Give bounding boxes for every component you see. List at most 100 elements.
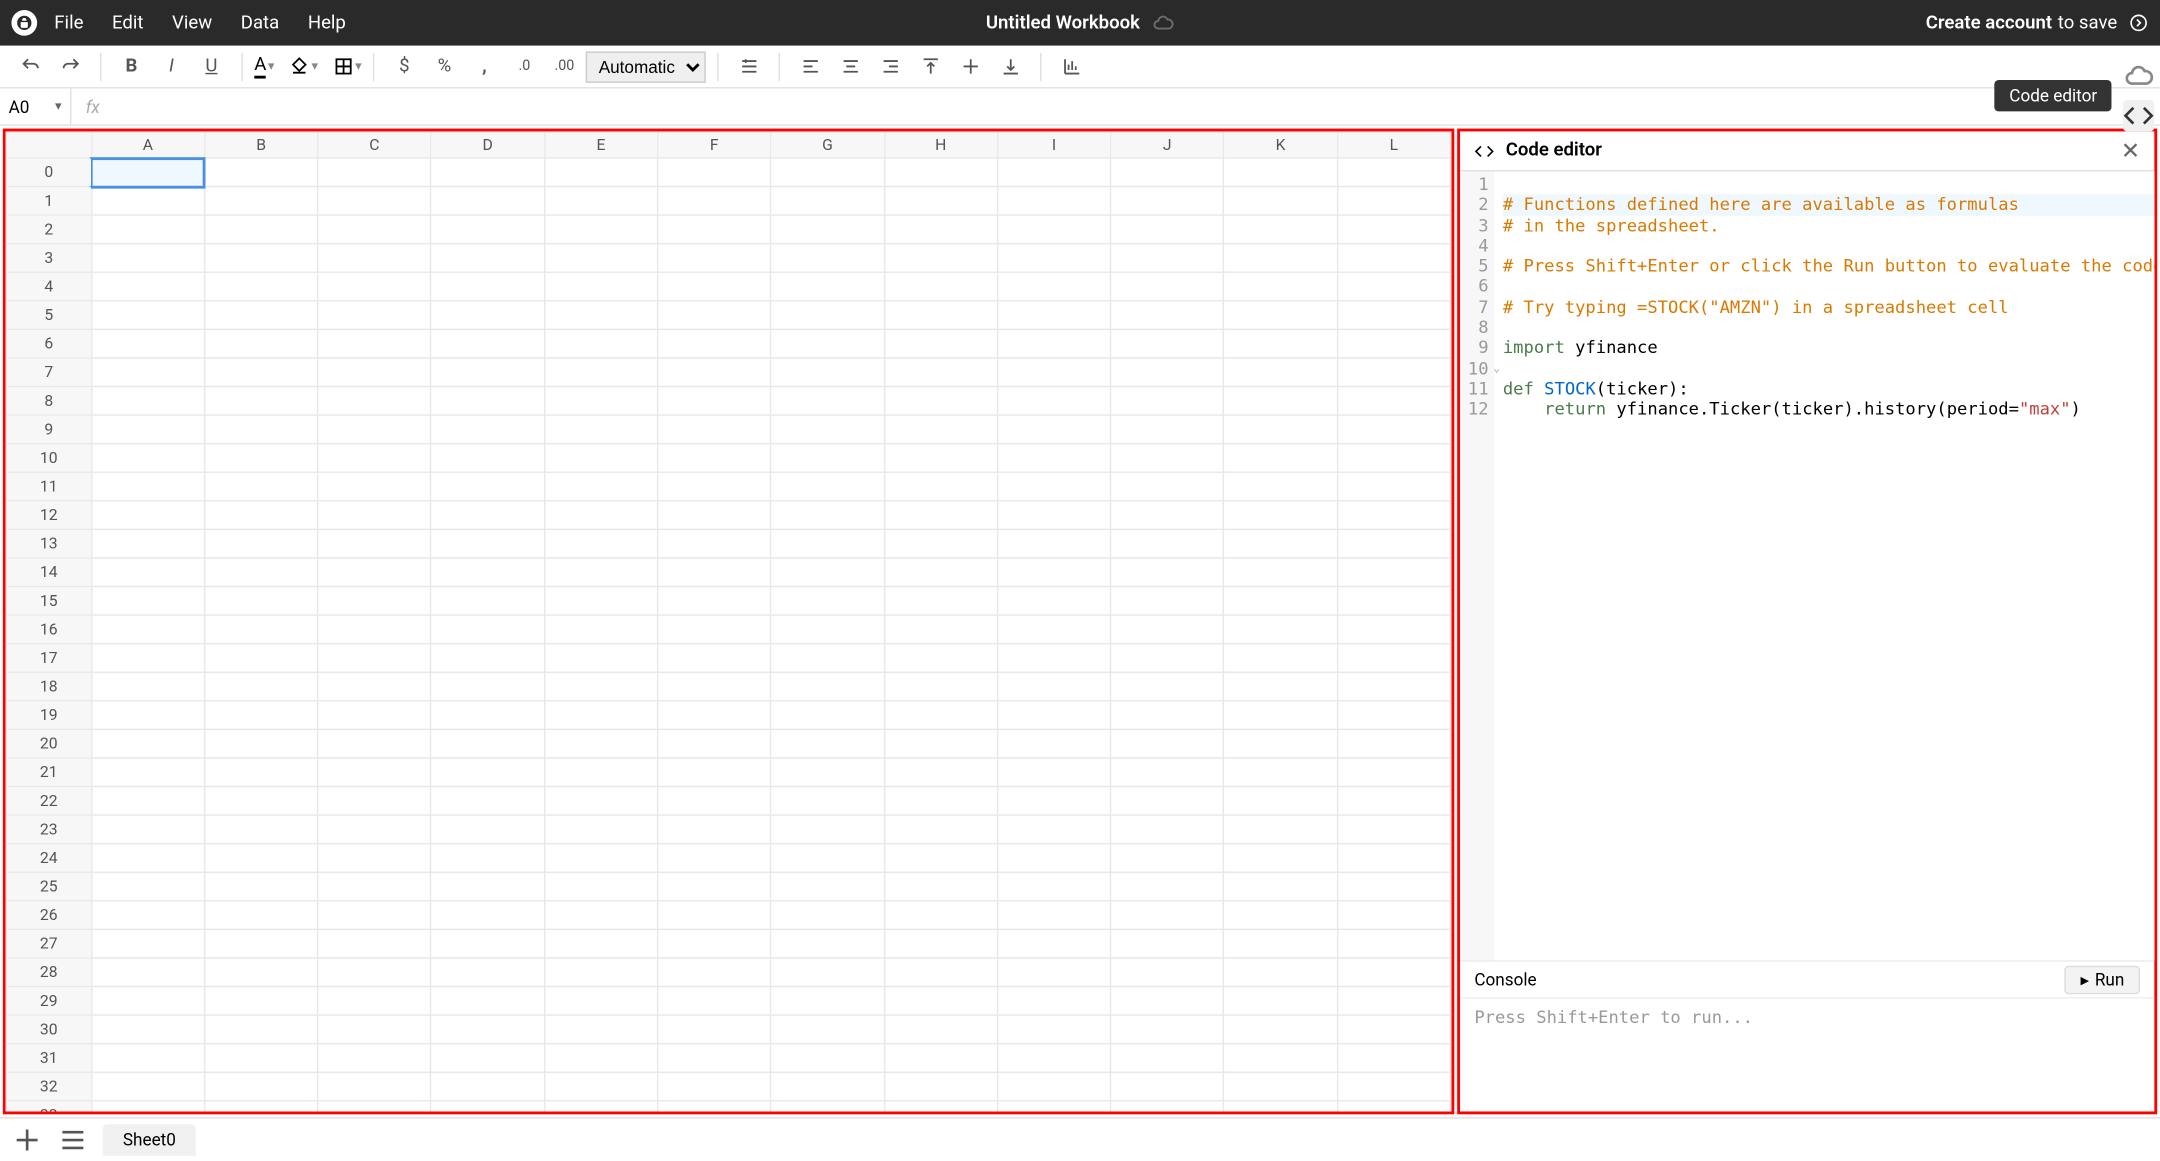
column-header[interactable]: A [91, 132, 204, 158]
cell[interactable] [1224, 244, 1337, 273]
cell[interactable] [771, 272, 884, 301]
row-header[interactable]: 31 [6, 1044, 91, 1073]
cell[interactable] [884, 1044, 997, 1073]
cell[interactable] [431, 358, 544, 387]
row-header[interactable]: 10 [6, 444, 91, 473]
cell[interactable] [318, 272, 431, 301]
currency-button[interactable]: $ [386, 49, 423, 83]
cell[interactable] [545, 1072, 658, 1101]
row-header[interactable]: 11 [6, 472, 91, 501]
column-header[interactable]: G [771, 132, 884, 158]
cell[interactable] [318, 644, 431, 673]
row-header[interactable]: 18 [6, 672, 91, 701]
cell[interactable] [658, 1101, 771, 1112]
cell[interactable] [884, 901, 997, 930]
row-header[interactable]: 12 [6, 501, 91, 530]
cell[interactable] [318, 815, 431, 844]
row-header[interactable]: 5 [6, 301, 91, 330]
cell[interactable] [91, 815, 204, 844]
cell[interactable] [91, 386, 204, 415]
cell[interactable] [1337, 815, 1450, 844]
cell[interactable] [431, 672, 544, 701]
cell[interactable] [884, 1015, 997, 1044]
cell[interactable] [1224, 758, 1337, 787]
cell[interactable] [1111, 386, 1224, 415]
cell[interactable] [431, 1044, 544, 1073]
cell[interactable] [771, 844, 884, 873]
cell[interactable] [91, 1101, 204, 1112]
cell[interactable] [1111, 729, 1224, 758]
cell[interactable] [1337, 758, 1450, 787]
cell[interactable] [1224, 472, 1337, 501]
cell[interactable] [884, 958, 997, 987]
cell[interactable] [884, 758, 997, 787]
cell[interactable] [91, 1044, 204, 1073]
cell[interactable] [1111, 644, 1224, 673]
cell[interactable] [1337, 386, 1450, 415]
cell[interactable] [658, 701, 771, 730]
cell[interactable] [998, 1101, 1111, 1112]
align-middle-button[interactable] [952, 49, 989, 83]
cell[interactable] [1111, 444, 1224, 473]
cell[interactable] [1111, 244, 1224, 273]
cell[interactable] [658, 644, 771, 673]
row-header[interactable]: 28 [6, 958, 91, 987]
borders-button[interactable]: ▾ [332, 56, 361, 77]
cell[interactable] [1224, 272, 1337, 301]
row-header[interactable]: 17 [6, 644, 91, 673]
cell[interactable] [998, 301, 1111, 330]
row-header[interactable]: 9 [6, 415, 91, 444]
formula-input[interactable] [114, 89, 2160, 125]
cell[interactable] [658, 186, 771, 215]
cell[interactable] [998, 615, 1111, 644]
cell[interactable] [1111, 672, 1224, 701]
cell[interactable] [658, 415, 771, 444]
cell[interactable] [1224, 301, 1337, 330]
cell[interactable] [1224, 158, 1337, 187]
cell[interactable] [431, 501, 544, 530]
cell[interactable] [318, 358, 431, 387]
cell[interactable] [1224, 1044, 1337, 1073]
align-right-button[interactable] [872, 49, 909, 83]
cell[interactable] [1337, 958, 1450, 987]
cell[interactable] [431, 958, 544, 987]
cell[interactable] [658, 386, 771, 415]
cell[interactable] [1111, 272, 1224, 301]
cell[interactable] [884, 701, 997, 730]
cell[interactable] [545, 358, 658, 387]
cell[interactable] [91, 1015, 204, 1044]
cell[interactable] [998, 586, 1111, 615]
cell[interactable] [658, 786, 771, 815]
row-header[interactable]: 26 [6, 901, 91, 930]
cell[interactable] [1224, 929, 1337, 958]
all-sheets-button[interactable] [57, 1124, 88, 1155]
fill-color-button[interactable]: ▾ [289, 56, 318, 77]
cell[interactable] [91, 701, 204, 730]
cell[interactable] [205, 815, 318, 844]
comma-button[interactable]: , [466, 49, 503, 83]
undo-button[interactable] [11, 49, 48, 83]
cell[interactable] [205, 929, 318, 958]
cell[interactable] [1111, 786, 1224, 815]
cell[interactable] [91, 672, 204, 701]
cell[interactable] [318, 215, 431, 244]
cell[interactable] [1111, 958, 1224, 987]
cell[interactable] [1111, 701, 1224, 730]
cell[interactable] [658, 301, 771, 330]
cell[interactable] [318, 672, 431, 701]
cell[interactable] [771, 1101, 884, 1112]
cell[interactable] [91, 1072, 204, 1101]
cell[interactable] [998, 186, 1111, 215]
cell[interactable] [431, 472, 544, 501]
cell[interactable] [884, 558, 997, 587]
cell[interactable] [1111, 1101, 1224, 1112]
cell[interactable] [545, 272, 658, 301]
cell[interactable] [205, 672, 318, 701]
cell[interactable] [431, 815, 544, 844]
cell[interactable] [884, 329, 997, 358]
cell[interactable] [771, 644, 884, 673]
cell[interactable] [1224, 986, 1337, 1015]
cell[interactable] [91, 501, 204, 530]
column-header[interactable]: F [658, 132, 771, 158]
cell[interactable] [771, 501, 884, 530]
